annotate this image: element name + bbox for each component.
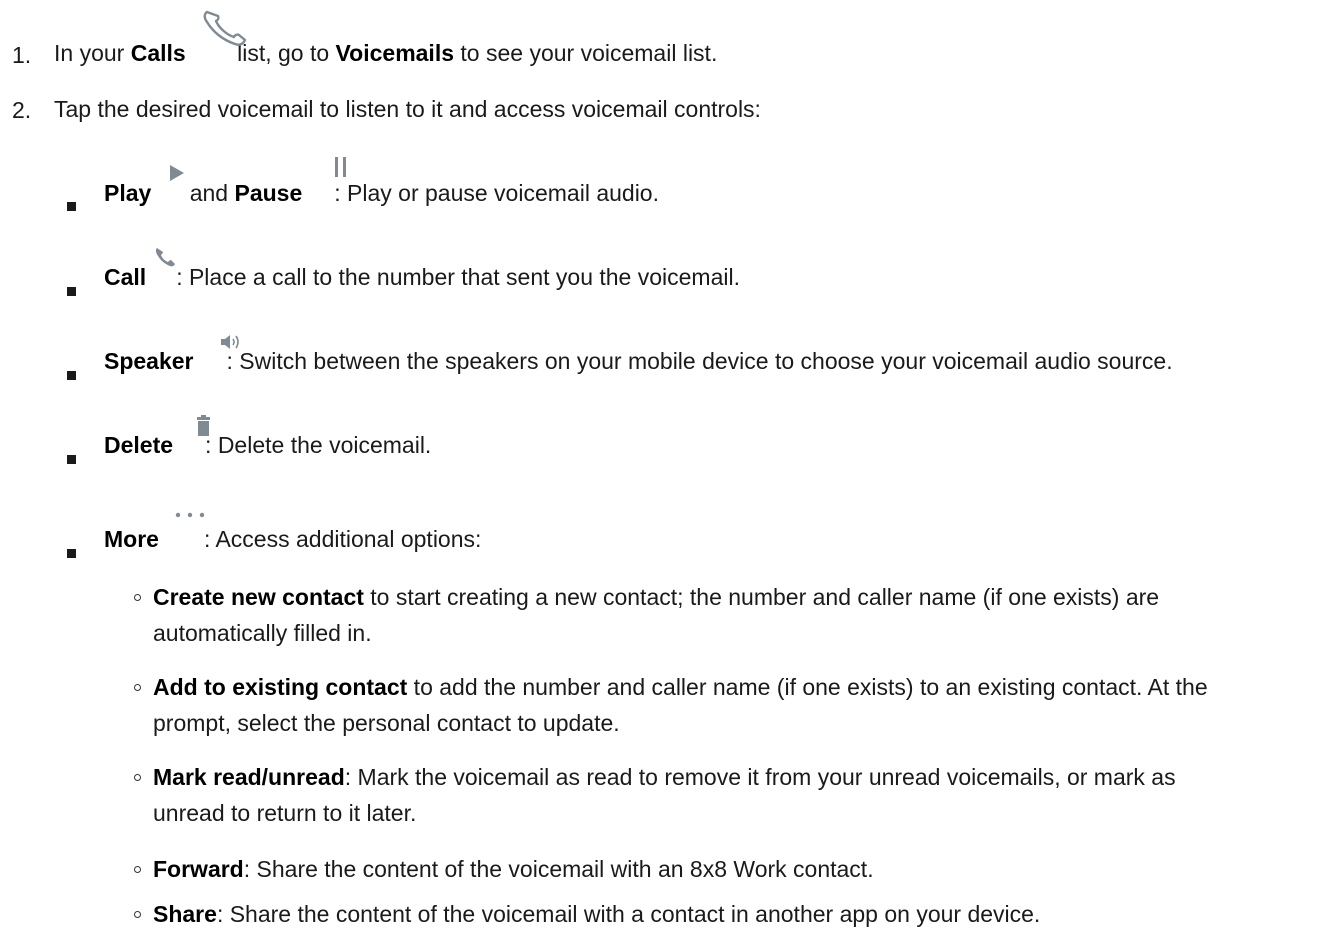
step-text: to see your voicemail list. [454,40,718,66]
call-item: Call : Place a call to the number that se… [104,264,740,291]
play-label: Play [104,180,152,206]
bullet [67,455,76,464]
step-1-text: In your Calls list, go to Voicemails to … [54,40,717,67]
option-label: Mark read/unread [153,764,345,790]
bullet [67,371,76,380]
more-label: More [104,526,159,552]
phone-outline-icon [203,10,247,46]
call-label: Call [104,264,147,290]
option-desc: to add the number and caller name (if on… [407,674,1208,700]
option-create-contact: Create new contact to start creating a n… [153,579,1159,651]
option-desc: : Share the content of the voicemail wit… [243,856,874,882]
step-2-text: Tap the desired voicemail to listen to i… [54,96,761,122]
step-text: In your [54,40,131,66]
delete-item: Delete : Delete the voicemail. [104,432,431,459]
sub-bullet [134,594,141,601]
play-desc: : Play or pause voicemail audio. [334,180,659,206]
sub-bullet [134,866,141,873]
call-desc: : Place a call to the number that sent y… [176,264,740,290]
and-text: and [183,180,235,206]
option-desc: : Share the content of the voicemail wit… [216,901,1041,927]
option-desc: to start creating a new contact; the num… [363,584,1160,610]
delete-label: Delete [104,432,174,458]
speaker-label: Speaker [104,348,194,374]
calls-label: Calls [130,40,186,66]
option-label: Create new contact [153,584,364,610]
option-label: Add to existing contact [153,674,408,700]
pause-label: Pause [234,180,303,206]
delete-desc: : Delete the voicemail. [205,432,432,458]
option-label: Forward [153,856,244,882]
speaker-item: Speaker : Switch between the speakers on … [104,348,1173,375]
bullet [67,287,76,296]
sub-bullet [134,774,141,781]
bullet [67,202,76,211]
step-number: 2. [12,97,32,123]
pause-icon [335,157,346,177]
step-number: 1. [12,42,32,68]
speaker-desc: : Switch between the speakers on your mo… [226,348,1173,374]
more-item: More : Access additional options: [104,526,481,553]
bullet [67,549,76,558]
speaker-icon [221,335,239,349]
phone-icon [155,248,175,267]
option-desc-cont: unread to return to it later. [153,800,417,826]
option-share: Share: Share the content of the voicemai… [153,896,1040,932]
option-forward: Forward: Share the content of the voicem… [153,851,874,887]
more-dots-icon [175,512,205,518]
more-desc: : Access additional options: [203,526,482,552]
option-label: Share [153,901,217,927]
play-icon [170,165,184,181]
option-desc-cont: prompt, select the personal contact to u… [153,710,620,736]
option-add-existing: Add to existing contact to add the numbe… [153,669,1208,741]
trash-icon [197,415,210,436]
voicemails-label: Voicemails [335,40,455,66]
play-pause-item: Play and Pause : Play or pause voicemail … [104,180,659,207]
sub-bullet [134,684,141,691]
option-mark-read: Mark read/unread: Mark the voicemail as … [153,759,1176,831]
option-desc: : Mark the voicemail as read to remove i… [344,764,1176,790]
sub-bullet [134,911,141,918]
option-desc-cont: automatically filled in. [153,620,372,646]
